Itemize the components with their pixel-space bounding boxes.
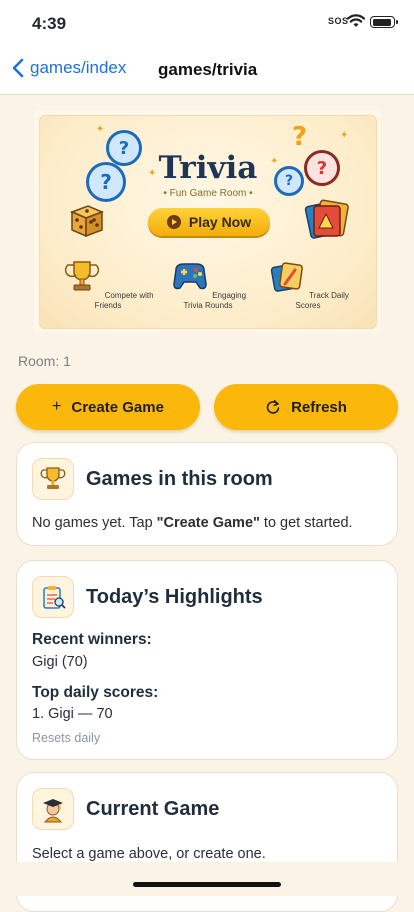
home-indicator[interactable]: [133, 882, 281, 887]
play-icon: [166, 215, 181, 229]
current-game-message: Select a game above, or create one.: [32, 846, 266, 862]
hero-feature: Engaging Trivia Rounds: [160, 258, 256, 311]
plus-icon: +: [52, 398, 62, 415]
hero-subtitle: • Fun Game Room •: [163, 188, 253, 199]
back-button[interactable]: games/index: [12, 58, 126, 78]
refresh-button[interactable]: Refresh: [214, 384, 398, 430]
question-mark-icon: ?: [292, 122, 308, 152]
feature-label: Compete with Friends: [94, 291, 154, 310]
hero-banner: ? ? ? ? ? ✦ ✦ ✦ ✦ Trivia • Fun Game Room…: [34, 110, 380, 332]
clipboard-icon: [32, 576, 74, 618]
empty-text-suffix: to get started.: [259, 515, 353, 531]
play-now-label: Play Now: [188, 214, 252, 230]
highlights-card: Today’s Highlights Recent winners: Gigi …: [16, 560, 398, 760]
empty-text-action: "Create Game": [156, 515, 260, 531]
highlights-card-title: Today’s Highlights: [86, 586, 263, 608]
cards-stack-icon: [304, 199, 349, 239]
hero-title: Trivia: [158, 150, 258, 186]
recent-winners-value: Gigi (70): [32, 654, 88, 670]
navigation-bar: games/index games/trivia: [0, 46, 414, 95]
refresh-icon: [266, 400, 280, 414]
graduate-icon: [32, 788, 74, 830]
gamepad-icon: [173, 263, 207, 290]
cards-icon: [270, 262, 304, 292]
games-card-title: Games in this room: [86, 468, 273, 490]
dice-icon: [69, 205, 105, 238]
status-time: 4:39: [32, 14, 67, 33]
reset-note: Resets daily: [32, 731, 101, 745]
sos-indicator: SOS: [328, 16, 349, 26]
current-game-title: Current Game: [86, 798, 220, 820]
status-bar: 4:39 SOS: [0, 0, 414, 46]
hero-feature: Track Daily Scores: [260, 258, 356, 311]
page-title: games/trivia: [158, 60, 258, 79]
battery-icon: [370, 16, 398, 28]
wifi-icon: [347, 14, 365, 27]
top-scores-label: Top daily scores:: [32, 684, 159, 701]
play-now-button[interactable]: Play Now: [148, 208, 270, 236]
games-card: Games in this room No games yet. Tap "Cr…: [16, 442, 398, 546]
bottom-safe-area: [0, 862, 414, 896]
refresh-label: Refresh: [291, 398, 347, 416]
hero-feature: Compete with Friends: [60, 258, 156, 311]
sparkle-icon: ✦: [96, 124, 105, 135]
chevron-left-icon: [12, 58, 24, 78]
trophy-icon: [65, 261, 100, 291]
top-scores-value: 1. Gigi — 70: [32, 706, 113, 722]
create-game-button[interactable]: + Create Game: [16, 384, 200, 430]
recent-winners-label: Recent winners:: [32, 631, 152, 648]
create-game-label: Create Game: [71, 398, 164, 416]
hero-image: ? ? ? ? ? ✦ ✦ ✦ ✦ Trivia • Fun Game Room…: [39, 115, 377, 329]
room-label: Room: 1: [18, 353, 71, 369]
back-label: games/index: [30, 58, 127, 77]
empty-text-prefix: No games yet. Tap: [32, 515, 157, 531]
sparkle-icon: ✦: [340, 130, 349, 141]
games-empty-message: No games yet. Tap "Create Game" to get s…: [32, 515, 353, 531]
trophy-icon: [32, 458, 74, 500]
